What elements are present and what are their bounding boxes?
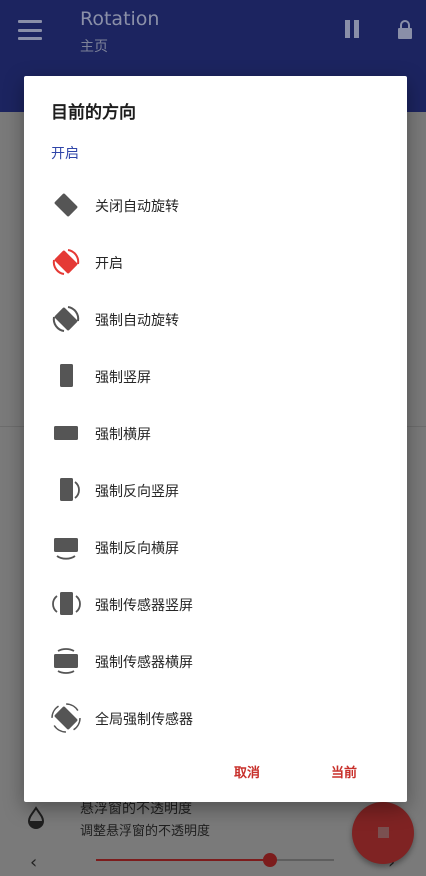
orientation-option[interactable]: 强制传感器横屏	[24, 638, 407, 695]
pause-icon[interactable]	[344, 20, 360, 38]
app-subtitle: 主页	[80, 39, 108, 55]
orientation-option[interactable]: 全局强制传感器	[24, 695, 407, 752]
option-label: 全局强制传感器	[95, 712, 193, 728]
sensor-landscape-icon	[54, 648, 78, 674]
opacity-description: 调整悬浮窗的不透明度	[80, 824, 211, 839]
auto-rotate-on-icon	[52, 249, 80, 275]
cancel-button[interactable]: 取消	[234, 762, 260, 781]
orientation-option[interactable]: 强制自动旋转	[24, 296, 407, 353]
option-label: 强制传感器竖屏	[95, 598, 193, 614]
slider-thumb[interactable]	[262, 853, 277, 867]
sensor-portrait-icon	[52, 592, 81, 615]
reverse-landscape-icon	[54, 538, 78, 560]
orientation-option[interactable]: 强制反向横屏	[24, 524, 407, 581]
force-auto-rotate-icon	[52, 306, 80, 332]
orientation-option[interactable]: 强制传感器竖屏	[24, 581, 407, 638]
orientation-option[interactable]: 强制竖屏	[24, 353, 407, 410]
opacity-icon	[27, 806, 45, 829]
option-label: 强制反向竖屏	[95, 484, 179, 500]
stop-fab-button[interactable]	[352, 802, 414, 864]
orientation-option[interactable]: 关闭自动旋转	[24, 182, 407, 239]
orientation-option[interactable]: 强制横屏	[24, 410, 407, 467]
menu-icon[interactable]	[18, 20, 42, 40]
app-title: Rotation	[80, 8, 160, 30]
auto-rotate-off-icon	[54, 193, 78, 217]
dialog-actions: 取消 当前	[24, 756, 407, 788]
option-label: 强制反向横屏	[95, 541, 179, 557]
option-label: 强制传感器横屏	[95, 655, 193, 671]
current-button[interactable]: 当前	[331, 762, 357, 781]
orientation-option[interactable]: 强制反向竖屏	[24, 467, 407, 524]
orientation-option[interactable]: 开启	[24, 239, 407, 296]
prev-button[interactable]: ‹	[30, 852, 37, 873]
dialog-title: 目前的方向	[51, 103, 136, 123]
option-label: 强制自动旋转	[95, 313, 179, 329]
global-sensor-icon	[51, 703, 81, 733]
reverse-portrait-icon	[60, 478, 80, 501]
option-label: 开启	[95, 256, 123, 272]
current-orientation: 开启	[51, 146, 79, 162]
option-label: 强制横屏	[95, 427, 151, 443]
portrait-icon	[60, 364, 73, 387]
landscape-icon	[54, 426, 78, 440]
option-label: 关闭自动旋转	[95, 199, 179, 215]
opacity-slider[interactable]	[96, 853, 334, 867]
option-label: 强制竖屏	[95, 370, 151, 386]
slider-fill	[96, 859, 270, 861]
orientation-dialog: 目前的方向 开启 关闭自动旋转 开启 强制自动旋转 强制竖屏 强制横屏 强制反向竖屏 强制反…	[24, 76, 407, 802]
lock-icon[interactable]	[396, 20, 414, 40]
